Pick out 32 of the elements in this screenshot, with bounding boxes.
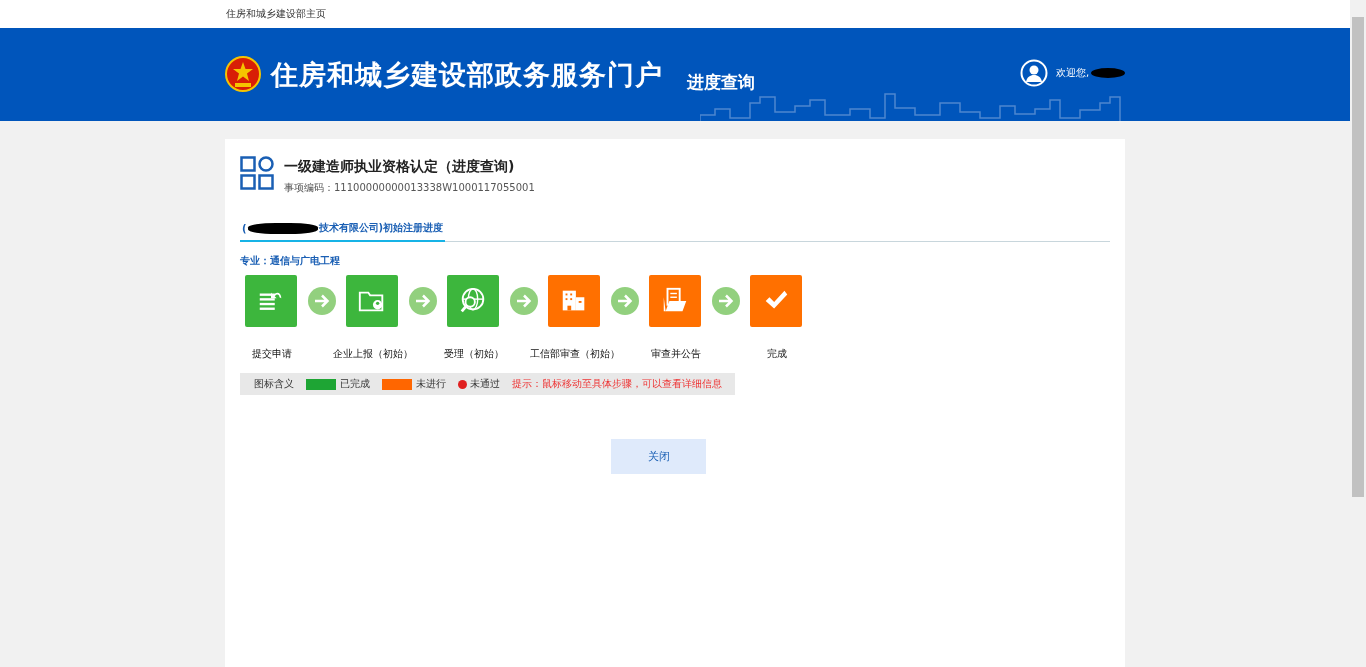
homepage-link[interactable]: 住房和城乡建设部主页 (226, 7, 326, 21)
portal-title: 住房和城乡建设部政务服务门户 (271, 57, 663, 92)
legend-label: 未通过 (470, 377, 500, 391)
page-subtitle: 进度查询 (687, 71, 755, 94)
step-tile[interactable] (548, 275, 600, 327)
step-tile[interactable] (245, 275, 297, 327)
step-label: 提交申请 (250, 347, 293, 361)
step-tile[interactable] (447, 275, 499, 327)
step-tile[interactable] (346, 275, 398, 327)
item-code: 事项编码：11100000000013338W1000117055001 (284, 181, 535, 195)
legend-label: 已完成 (340, 377, 370, 391)
item-title: 一级建造师执业资格认定（进度查询) (284, 158, 516, 176)
user-avatar-icon (1020, 59, 1048, 87)
step-tile[interactable] (750, 275, 802, 327)
progress-tab[interactable]: ( 技术有限公司)初始注册进度 (240, 217, 446, 242)
major-text: 专业：通信与广电工程 (240, 254, 341, 268)
redaction-mark (247, 222, 318, 234)
step-label: 完成 (765, 347, 788, 361)
step-label: 审查并公告 (649, 347, 702, 361)
step-label: 企业上报（初始） (331, 347, 414, 361)
close-button[interactable]: 关闭 (611, 439, 706, 474)
step-label: 工信部审查（初始） (528, 347, 621, 361)
redaction-mark (1091, 68, 1126, 78)
scrollbar-thumb[interactable] (1352, 17, 1364, 497)
legend-title: 图标含义 (254, 377, 294, 391)
hint-text: 提示：鼠标移动至具体步骤，可以查看详细信息 (512, 377, 722, 391)
step-label: 受理（初始） (442, 347, 505, 361)
emblem-icon (225, 54, 261, 95)
welcome-text: 欢迎您, (1056, 66, 1090, 80)
legend-label: 未进行 (416, 377, 446, 391)
grid-icon (240, 156, 274, 190)
step-tile[interactable] (649, 275, 701, 327)
